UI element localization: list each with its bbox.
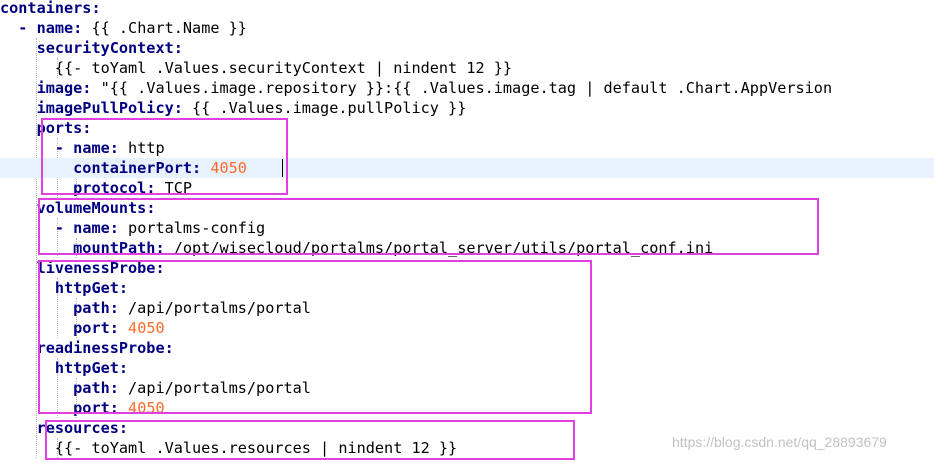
code-line[interactable]: containers: — [0, 0, 934, 18]
code-editor[interactable]: containers: - name: {{ .Chart.Name }} se… — [0, 0, 934, 463]
highlight-box-resources — [45, 420, 575, 460]
code-line[interactable]: {{- toYaml .Values.securityContext | nin… — [0, 58, 934, 78]
yaml-key: name — [36, 19, 74, 37]
highlight-box-ports — [41, 118, 288, 195]
watermark: https://blog.csdn.net/qq_28893679 — [672, 434, 887, 450]
code-line[interactable]: imagePullPolicy: {{ .Values.image.pullPo… — [0, 98, 934, 118]
highlight-box-volume-mounts — [38, 198, 819, 255]
code-line[interactable]: securityContext: — [0, 38, 934, 58]
code-line[interactable]: - name: {{ .Chart.Name }} — [0, 18, 934, 38]
yaml-key: imagePullPolicy — [36, 99, 174, 117]
yaml-key: securityContext — [36, 39, 174, 57]
yaml-key: containers — [0, 0, 92, 17]
code-line[interactable]: image: "{{ .Values.image.repository }}:{… — [0, 78, 934, 98]
highlight-box-probes — [38, 260, 592, 414]
yaml-key: image — [36, 79, 83, 97]
